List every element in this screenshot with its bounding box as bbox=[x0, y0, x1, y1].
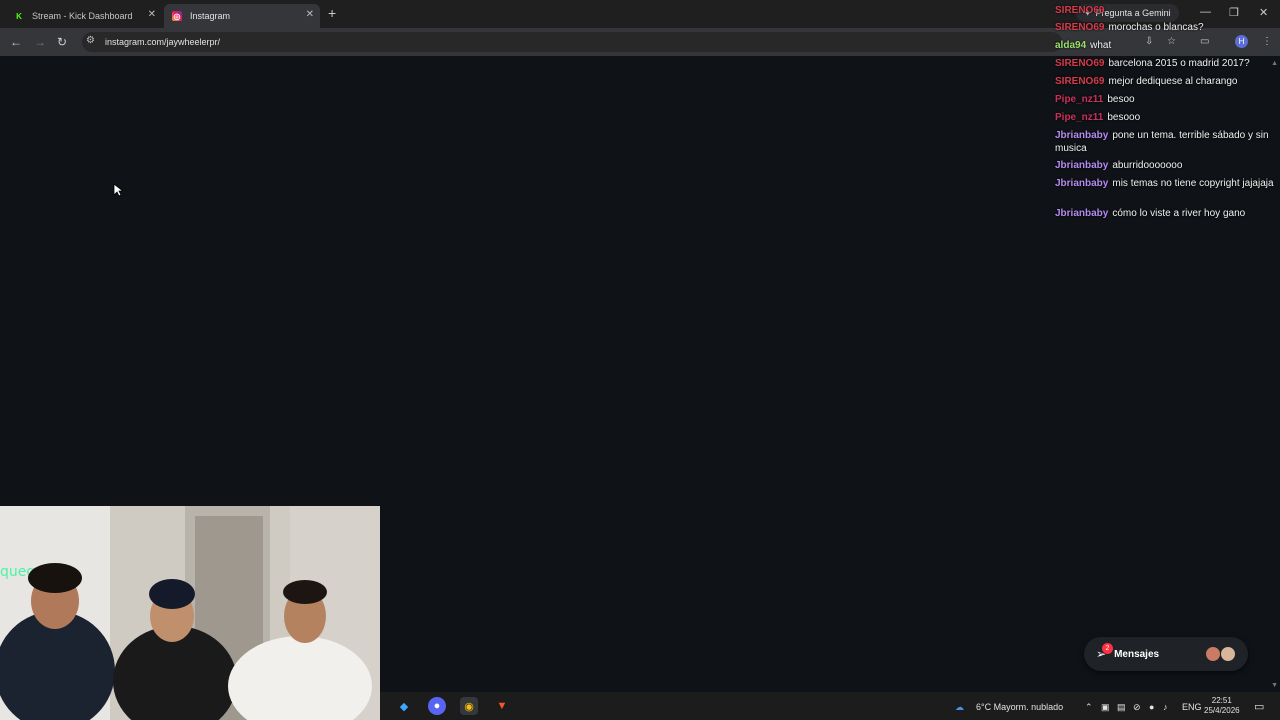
kick-icon: K bbox=[14, 11, 24, 21]
tab-instagram[interactable]: ◎ Instagram ✕ bbox=[164, 4, 320, 28]
weather-icon[interactable]: ☁ bbox=[955, 702, 964, 713]
chat-message: Pipe_nz11 besooo bbox=[1055, 112, 1141, 123]
microphone-icon[interactable]: ● bbox=[1149, 702, 1154, 712]
webcam-image: queq bbox=[0, 506, 380, 720]
chat-message: SIRENO69 morochas o blancas? bbox=[1055, 22, 1204, 33]
tab-kick-dashboard[interactable]: K Stream - Kick Dashboard ✕ bbox=[6, 4, 162, 28]
scroll-down-icon[interactable]: ▼ bbox=[1271, 682, 1278, 689]
clock-time: 22:51 bbox=[1211, 696, 1232, 705]
reload-button[interactable]: ↻ bbox=[57, 35, 67, 49]
chat-message: Jbrianbaby cómo lo viste a river hoy gano bbox=[1055, 208, 1246, 219]
taskbar bbox=[380, 692, 1280, 720]
clock-date: 25/4/2026 bbox=[1204, 706, 1240, 715]
chat-message: SIRENO69 barcelona 2015 o madrid 2017? bbox=[1055, 58, 1250, 69]
chat-message: SIRENO69 bbox=[1055, 5, 1105, 16]
address-bar[interactable] bbox=[82, 32, 1062, 52]
site-info-icon[interactable]: ⚙ bbox=[86, 35, 95, 46]
avatar bbox=[1205, 646, 1221, 662]
chat-message: alda94 what bbox=[1055, 40, 1112, 51]
steam-icon[interactable]: ◆ bbox=[395, 697, 413, 715]
clock[interactable]: 22:51 25/4/2026 bbox=[1204, 696, 1240, 716]
chevron-up-icon[interactable]: ⌃ bbox=[1085, 702, 1093, 713]
weather-text[interactable]: 6°C Mayorm. nublado bbox=[976, 702, 1063, 712]
notification-icon[interactable]: ▭ bbox=[1254, 700, 1264, 713]
url-text[interactable]: instagram.com/jaywheelerpr/ bbox=[105, 37, 220, 47]
avatar bbox=[1220, 646, 1236, 662]
messages-label: Mensajes bbox=[1114, 648, 1160, 660]
language-indicator[interactable]: ENG bbox=[1182, 702, 1202, 712]
brave-icon[interactable]: ▼ bbox=[493, 697, 511, 715]
forward-button[interactable]: → bbox=[34, 35, 46, 49]
tab-label: Stream - Kick Dashboard bbox=[32, 11, 133, 21]
tray-icon[interactable]: ▣ bbox=[1101, 702, 1110, 713]
webcam-overlay: queq bbox=[0, 506, 380, 720]
unread-badge: 2 bbox=[1102, 643, 1113, 654]
chat-message: Jbrianbaby pone un tema. terrible sábado … bbox=[1055, 130, 1269, 154]
chrome-icon[interactable]: ◉ bbox=[460, 697, 478, 715]
new-tab-button[interactable]: + bbox=[328, 5, 336, 21]
chat-message: Pipe_nz11 besoo bbox=[1055, 94, 1135, 105]
chat-message: Jbrianbaby aburridooooooo bbox=[1055, 160, 1183, 171]
app-icon[interactable]: ● bbox=[428, 697, 446, 715]
tab-label: Instagram bbox=[190, 11, 231, 21]
tray-icon[interactable]: ▤ bbox=[1117, 702, 1126, 713]
close-icon[interactable]: ✕ bbox=[306, 9, 314, 20]
chat-message: SIRENO69 mejor dediquese al charango bbox=[1055, 76, 1238, 87]
volume-icon[interactable]: ♪ bbox=[1163, 702, 1168, 712]
close-icon[interactable]: ✕ bbox=[148, 9, 156, 20]
instagram-icon: ◎ bbox=[172, 11, 182, 21]
cursor-icon bbox=[113, 183, 123, 197]
chat-message: Jbrianbaby mis temas no tiene copyright j… bbox=[1055, 178, 1274, 189]
back-button[interactable]: ← bbox=[10, 35, 22, 49]
network-icon[interactable]: ⊘ bbox=[1133, 702, 1141, 713]
